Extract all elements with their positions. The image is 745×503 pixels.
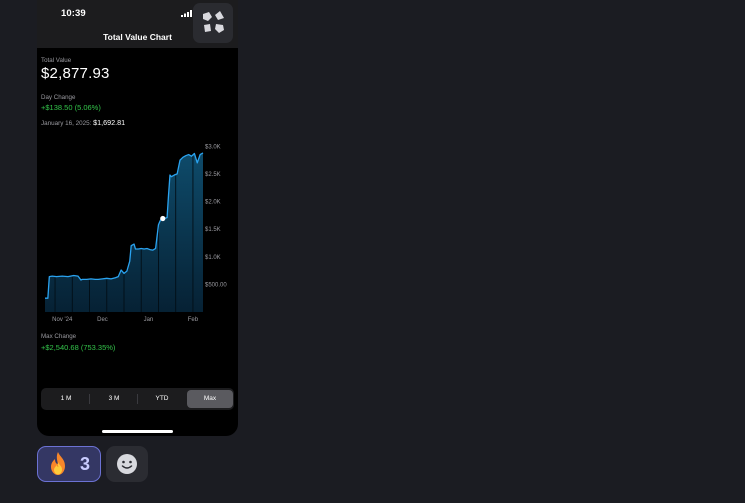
total-value-label: Total Value <box>41 57 72 64</box>
smiley-add-icon <box>117 454 137 474</box>
signal-icon <box>181 10 192 17</box>
x-tick-label: Jan <box>144 317 154 323</box>
y-tick-label: $1.0K <box>205 255 221 261</box>
max-change-value: +$2,540.68 (753.35%) <box>41 343 116 352</box>
selected-date: January 16, 2025: <box>41 120 92 127</box>
logo-shapes-icon <box>203 11 224 33</box>
range-3m-button[interactable]: 3 M <box>91 390 137 408</box>
total-value-chart[interactable]: $500.00 $1.0K $1.5K $2.0K $2.5K $3.0K Nov '24… <box>37 128 238 328</box>
home-indicator[interactable] <box>102 430 173 433</box>
total-value: $2,877.93 <box>41 65 110 82</box>
add-reaction-button[interactable] <box>106 446 148 482</box>
fire-icon <box>51 452 65 475</box>
range-divider <box>89 394 90 404</box>
range-selector: 1 M 3 M YTD Max <box>41 388 234 410</box>
max-change-label: Max Change <box>41 333 77 340</box>
fire-reaction-button[interactable]: 3 <box>37 446 101 482</box>
x-tick-label: Feb <box>188 317 199 323</box>
y-tick-label: $1.5K <box>205 227 221 233</box>
y-tick-label: $3.0K <box>205 144 221 150</box>
selected-value: $1,692.81 <box>93 118 126 127</box>
range-1m-button[interactable]: 1 M <box>43 390 89 408</box>
y-tick-label: $2.5K <box>205 172 221 178</box>
day-change-label: Day Change <box>41 94 76 101</box>
x-tick-label: Nov '24 <box>52 317 73 323</box>
range-max-button[interactable]: Max <box>187 390 233 408</box>
y-tick-label: $500.00 <box>205 282 227 288</box>
selected-point-marker[interactable] <box>160 215 166 222</box>
y-tick-label: $2.0K <box>205 200 221 206</box>
x-tick-label: Dec <box>97 317 108 323</box>
range-ytd-button[interactable]: YTD <box>139 390 185 408</box>
phone-screen: 10:39 Total Value Chart Total Value $2,8… <box>37 0 238 436</box>
fire-reaction-count: 3 <box>80 454 91 474</box>
range-divider <box>137 394 138 404</box>
selected-point-info: January 16, 2025: $1,692.81 <box>41 118 125 127</box>
screen: 10:39 Total Value Chart Total Value $2,8… <box>0 0 745 503</box>
app-logo-icon[interactable] <box>193 3 233 43</box>
status-time: 10:39 <box>61 8 86 19</box>
day-change-value: +$138.50 (5.06%) <box>41 103 101 112</box>
